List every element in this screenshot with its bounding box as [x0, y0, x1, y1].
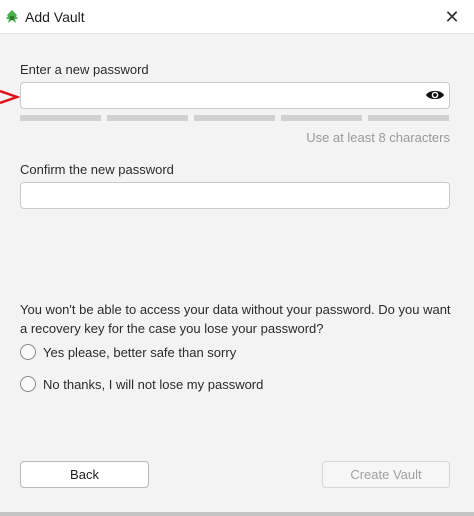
strength-segment-3 — [194, 115, 275, 121]
show-password-button[interactable] — [424, 86, 446, 104]
close-button[interactable]: ✕ — [440, 5, 464, 29]
strength-segment-1 — [20, 115, 101, 121]
radio-recovery-no[interactable]: No thanks, I will not lose my password — [20, 376, 263, 392]
back-button[interactable]: Back — [20, 461, 149, 488]
new-password-input[interactable] — [20, 82, 450, 109]
confirm-password-input[interactable] — [20, 182, 450, 209]
window-title: Add Vault — [25, 9, 85, 25]
eye-icon — [426, 90, 444, 100]
radio-circle[interactable] — [20, 376, 36, 392]
confirm-password-label: Confirm the new password — [20, 162, 174, 177]
password-label: Enter a new password — [20, 62, 149, 77]
strength-segment-2 — [107, 115, 188, 121]
strength-segment-4 — [281, 115, 362, 121]
strength-segment-5 — [368, 115, 449, 121]
recovery-question: You won't be able to access your data wi… — [20, 302, 451, 336]
password-hint: Use at least 8 characters — [306, 130, 450, 145]
window-bottom-edge — [0, 512, 474, 516]
arrow-pointer-icon — [0, 89, 20, 105]
title-bar: Add Vault ✕ — [0, 0, 474, 34]
close-icon: ✕ — [444, 6, 460, 27]
cryptomator-icon — [6, 10, 18, 23]
radio-circle[interactable] — [20, 344, 36, 360]
radio-yes-label: Yes please, better safe than sorry — [43, 344, 237, 360]
create-vault-button[interactable]: Create Vault — [322, 461, 450, 488]
radio-no-label: No thanks, I will not lose my password — [43, 376, 264, 392]
radio-recovery-yes[interactable]: Yes please, better safe than sorry — [20, 344, 236, 360]
